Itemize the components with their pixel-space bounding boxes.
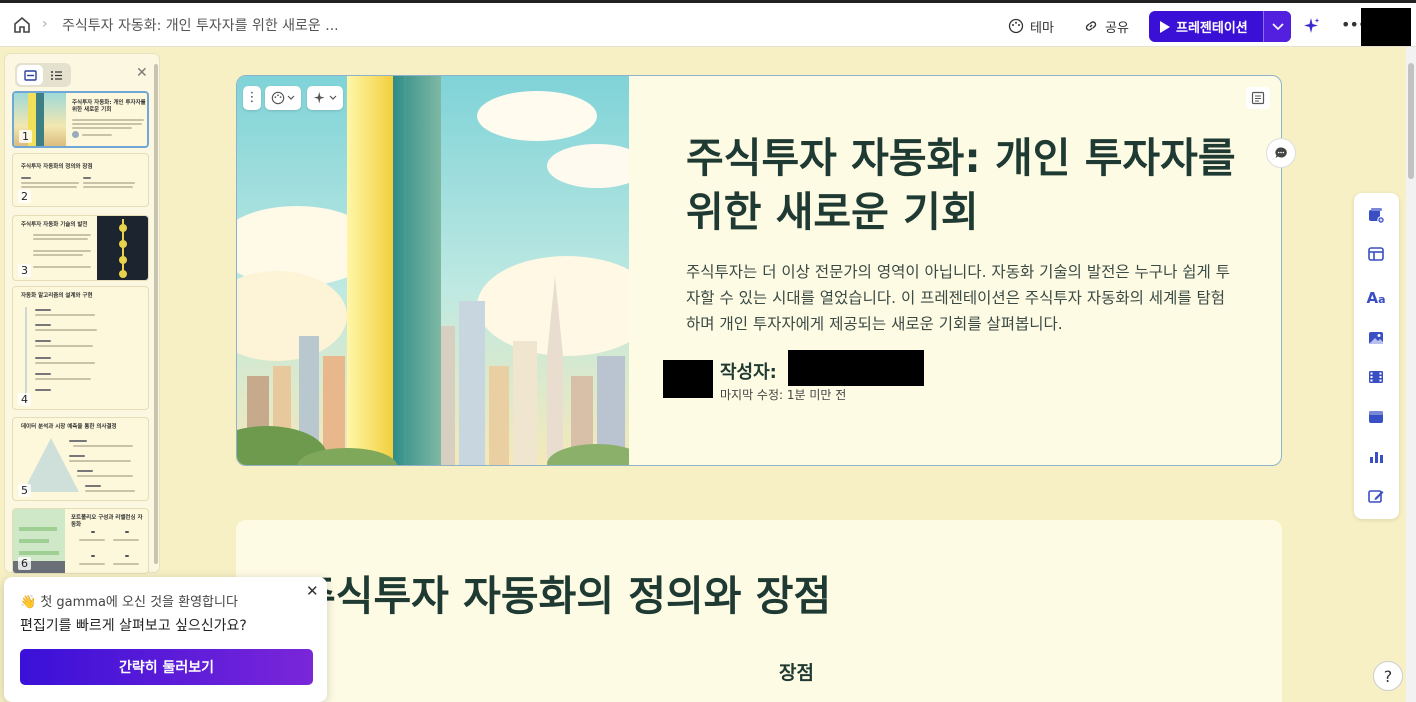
quick-tour-button[interactable]: 간략히 둘러보기 [20,649,313,685]
slide-thumbnail-5[interactable]: 데이터 분석과 시장 예측을 통한 의사결정 5 [12,417,149,501]
link-icon [1085,21,1097,31]
top-bar: › 주식투자 자동화: 개인 투자자를 위한 새로운 ... 테마 공유 프레젠… [0,0,1416,47]
slide-title[interactable]: 주식투자 자동화: 개인 투자자를 위한 새로운 기회 [686,131,1246,239]
city-skyline-image [237,76,629,465]
close-panel-icon[interactable]: ✕ [136,65,148,81]
close-icon[interactable]: ✕ [306,582,319,600]
main-scrollbar[interactable] [1406,47,1416,702]
chart-icon[interactable] [1366,447,1386,467]
thumbnail-scrollbar[interactable] [154,64,158,564]
welcome-message: 👋 첫 gamma에 오신 것을 환영합니다 [20,591,238,610]
list-view-button[interactable] [43,65,69,85]
slide-thumbnail-1[interactable]: 주식투자 자동화: 개인 투자자를 위한 새로운 기회 1 [12,91,149,148]
thumbnail-number: 4 [18,393,31,406]
thumbnail-number: 5 [18,484,31,497]
palette-icon [1008,18,1024,34]
thumbnail-number: 1 [19,130,32,143]
slide-card-1[interactable]: ⋮ 주식투자 자동화: 개인 투자자를 위한 새로운 기회 주식투자는 더 이상… [236,75,1282,466]
present-label: 프레젠테이션 [1176,21,1248,36]
vertical-dots-icon: ⋮ [245,90,259,105]
edit-icon[interactable] [1366,486,1386,506]
video-icon[interactable] [1366,367,1386,387]
welcome-popup: 👋 첫 gamma에 오신 것을 환영합니다 편집기를 빠르게 살펴보고 싶으신… [4,577,327,702]
thumbnail-title: 주식투자 자동화: 개인 투자자를 위한 새로운 기회 [72,100,146,114]
thumbnail-title: 주식투자 자동화의 정의와 장점 [21,164,93,170]
ai-sparkle-icon [313,91,325,104]
list-view-icon [50,70,62,80]
layout-icon[interactable] [1366,244,1386,264]
card-notes-button[interactable] [1246,87,1270,109]
slide-body-text[interactable]: 주식투자는 더 이상 전문가의 영역이 아닙니다. 자동화 기술의 발전은 누구… [686,259,1231,337]
share-button[interactable]: 공유 [1083,14,1129,38]
thumbnail-number: 3 [18,264,31,277]
embed-icon[interactable] [1366,407,1386,427]
theme-button[interactable]: 테마 [1008,14,1054,38]
author-avatar [663,360,713,398]
view-toggle [15,63,71,87]
slide-thumbnail-6[interactable]: 포트폴리오 구성과 리밸런싱 자동화 6 [12,508,149,574]
play-icon [1160,20,1170,33]
insert-toolbar: Aa [1354,193,1399,519]
user-avatar[interactable] [1361,8,1411,46]
card-menu-button[interactable]: ⋮ [243,86,261,110]
author-name [788,350,924,386]
document-title[interactable]: 주식투자 자동화: 개인 투자자를 위한 새로운 ... [62,15,339,35]
chevron-down-icon [329,95,337,100]
thumbnail-title: 주식투자 자동화 기술의 발전 [21,222,88,228]
thumbnail-number: 2 [18,190,31,203]
chevron-right-icon: › [42,16,48,32]
welcome-question: 편집기를 빠르게 살펴보고 싶으신가요? [20,618,247,634]
card-view-button[interactable] [17,65,43,85]
ai-sparkle-icon[interactable] [1303,17,1321,35]
thumbnail-dark-panel [97,216,148,280]
scrollbar-thumb[interactable] [1408,63,1414,179]
help-button[interactable]: ? [1373,661,1403,691]
chevron-down-icon [1271,22,1284,30]
welcome-text: 첫 gamma에 오신 것을 환영합니다 [40,595,238,610]
last-modified: 마지막 수정: 1분 미만 전 [720,388,847,402]
author-label: 작성자: [720,362,777,383]
slide-title[interactable]: 주식투자 자동화의 정의와 장점 [298,562,831,622]
add-card-icon[interactable] [1366,205,1386,225]
theme-label: 테마 [1030,20,1054,36]
column-heading-2[interactable]: 장점 [779,658,814,685]
comment-button[interactable] [1266,138,1296,168]
share-label: 공유 [1105,20,1129,36]
notes-icon [1251,91,1265,105]
slide-thumbnail-panel: ✕ 주식투자 자동화: 개인 투자자를 위한 새로운 기회 1 주식투자 자동화… [4,53,160,574]
home-icon[interactable] [12,15,32,35]
image-icon[interactable] [1366,328,1386,348]
slide-thumbnail-3[interactable]: 주식투자 자동화 기술의 발전 3 [12,215,149,281]
slide-thumbnail-2[interactable]: 주식투자 자동화의 정의와 장점 2 [12,153,149,207]
slide-thumbnail-4[interactable]: 자동화 알고리즘의 설계와 구현 4 [12,286,149,410]
text-style-icon[interactable]: Aa [1366,288,1386,308]
thumbnail-title: 자동화 알고리즘의 설계와 구현 [21,293,93,299]
thumbnail-title: 포트폴리오 구성과 리밸런싱 자동화 [71,515,143,529]
palette-icon [271,91,285,105]
card-ai-button[interactable] [307,86,343,110]
present-button[interactable]: 프레젠테이션 [1149,17,1263,36]
card-style-button[interactable] [265,86,301,110]
thumbnail-title: 데이터 분석과 시장 예측을 통한 의사결정 [21,424,117,430]
thumbnail-number: 6 [18,557,31,570]
wave-icon: 👋 [20,595,37,610]
chevron-down-icon [287,95,295,100]
comment-icon [1275,147,1287,158]
present-button-group: 프레젠테이션 [1149,11,1291,42]
present-options-button[interactable] [1263,11,1291,42]
slide-card-2[interactable]: 주식투자 자동화의 정의와 장점 l 장점 [236,520,1282,702]
card-view-icon [23,69,37,81]
